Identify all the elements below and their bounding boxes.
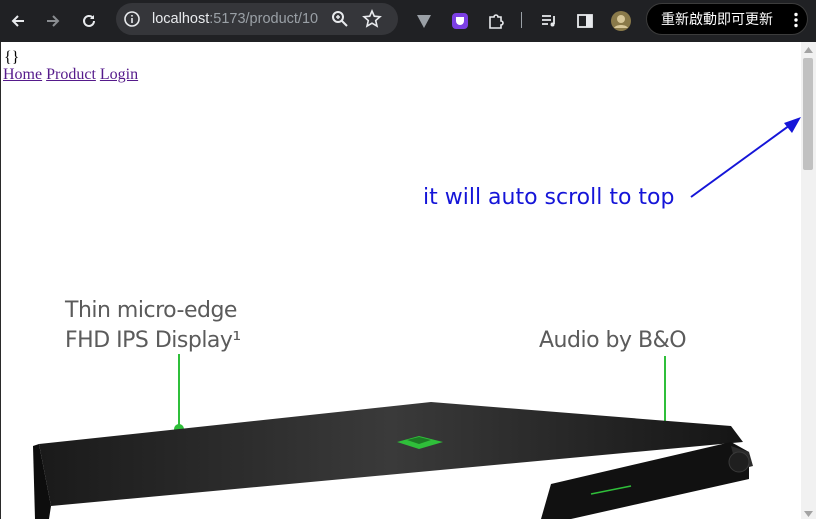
back-icon [11,15,24,27]
url-path: :5173/product/10 [209,11,319,27]
site-info-button[interactable] [123,10,141,33]
callout-audio: Audio by B&O [539,328,687,353]
forward-icon [47,15,60,27]
scroll-up-arrow-icon[interactable] [804,47,813,53]
site-info-icon [124,11,140,27]
extension-shield-button[interactable] [445,6,475,36]
nav-link-login[interactable]: Login [100,66,138,83]
extension-v-button[interactable] [409,6,439,36]
bookmark-star-icon [362,9,382,28]
scroll-down-arrow-icon[interactable] [804,511,813,517]
browser-toolbar: localhost:5173/product/10 重新啟動即可更新 [0,0,816,42]
profile-button[interactable] [606,6,636,36]
nav-link-product[interactable]: Product [46,66,96,83]
main-nav: Home Product Login [3,66,142,84]
reload-button[interactable] [74,6,104,36]
callout-display: Thin micro-edge FHD IPS Display¹ [65,296,241,356]
reload-icon [83,14,95,27]
extensions-puzzle-icon [489,14,504,29]
callout-display-line2: FHD IPS Display¹ [65,328,241,353]
scroll-annotation: it will auto scroll to top [423,185,675,210]
bookmark-button[interactable] [362,9,382,34]
extensions-button[interactable] [481,6,511,36]
state-debug-text: {} [4,49,20,66]
relaunch-to-update-button[interactable]: 重新啟動即可更新 [646,3,808,35]
url-host: localhost [152,11,210,27]
nav-link-home[interactable]: Home [3,66,42,83]
annotation-arrow-icon [690,117,801,198]
extension-shield-icon [452,13,468,29]
extension-v-icon [417,15,431,28]
zoom-button[interactable] [330,9,350,34]
profile-avatar-icon [611,11,631,31]
update-button-label: 重新啟動即可更新 [661,12,773,28]
forward-button[interactable] [38,6,68,36]
more-menu-button[interactable] [793,12,799,33]
side-panel-button[interactable] [570,6,600,36]
zoom-icon [332,11,348,27]
media-queue-icon [542,15,555,27]
page-viewport: {} Home Product Login it will auto scroll … [0,42,816,519]
callout-display-line1: Thin micro-edge [65,298,237,323]
more-menu-icon [794,12,798,28]
address-bar[interactable]: localhost:5173/product/10 [116,3,398,35]
media-queue-button[interactable] [534,6,564,36]
back-button[interactable] [3,6,33,36]
scrollbar-thumb[interactable] [803,58,813,170]
side-panel-icon [577,14,593,28]
url-text[interactable]: localhost:5173/product/10 [152,3,324,35]
toolbar-divider [521,12,522,28]
page-scrollbar[interactable] [801,42,816,519]
